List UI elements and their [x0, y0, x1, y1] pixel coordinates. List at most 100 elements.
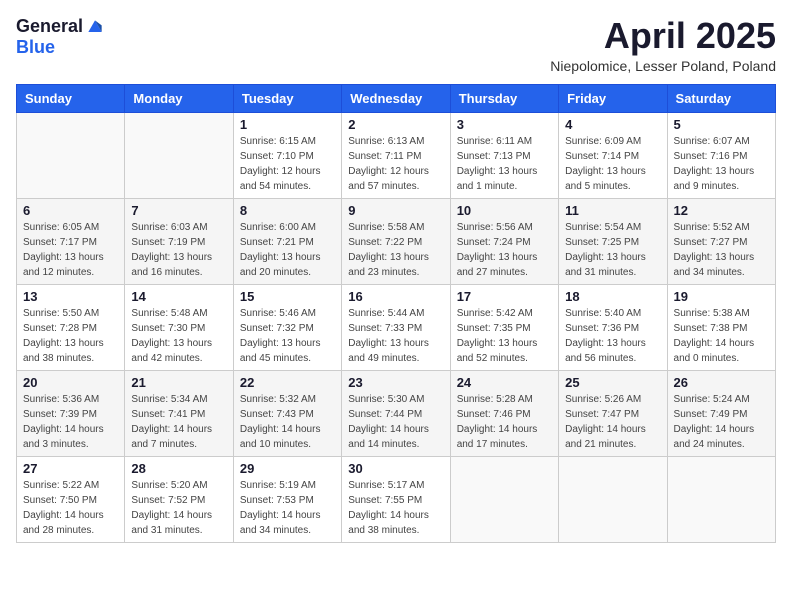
day-info: Sunrise: 6:13 AM Sunset: 7:11 PM Dayligh…	[348, 134, 443, 194]
day-info: Sunrise: 5:20 AM Sunset: 7:52 PM Dayligh…	[131, 478, 226, 538]
day-number: 17	[457, 289, 552, 304]
day-number: 2	[348, 117, 443, 132]
logo-blue-text: Blue	[16, 37, 55, 58]
day-info: Sunrise: 6:00 AM Sunset: 7:21 PM Dayligh…	[240, 220, 335, 280]
day-number: 5	[674, 117, 769, 132]
day-number: 15	[240, 289, 335, 304]
day-header-saturday: Saturday	[667, 84, 775, 112]
calendar-cell: 21 Sunrise: 5:34 AM Sunset: 7:41 PM Dayli…	[125, 370, 233, 456]
day-info: Sunrise: 5:24 AM Sunset: 7:49 PM Dayligh…	[674, 392, 769, 452]
day-info: Sunrise: 6:07 AM Sunset: 7:16 PM Dayligh…	[674, 134, 769, 194]
day-info: Sunrise: 5:50 AM Sunset: 7:28 PM Dayligh…	[23, 306, 118, 366]
day-number: 6	[23, 203, 118, 218]
day-header-thursday: Thursday	[450, 84, 558, 112]
day-number: 14	[131, 289, 226, 304]
day-number: 8	[240, 203, 335, 218]
calendar-cell: 28 Sunrise: 5:20 AM Sunset: 7:52 PM Dayli…	[125, 456, 233, 542]
calendar-header-row: SundayMondayTuesdayWednesdayThursdayFrid…	[17, 84, 776, 112]
calendar-cell: 30 Sunrise: 5:17 AM Sunset: 7:55 PM Dayli…	[342, 456, 450, 542]
day-info: Sunrise: 5:36 AM Sunset: 7:39 PM Dayligh…	[23, 392, 118, 452]
calendar-cell: 3 Sunrise: 6:11 AM Sunset: 7:13 PM Daylig…	[450, 112, 558, 198]
day-info: Sunrise: 6:03 AM Sunset: 7:19 PM Dayligh…	[131, 220, 226, 280]
calendar-cell: 29 Sunrise: 5:19 AM Sunset: 7:53 PM Dayli…	[233, 456, 341, 542]
day-number: 25	[565, 375, 660, 390]
day-info: Sunrise: 5:34 AM Sunset: 7:41 PM Dayligh…	[131, 392, 226, 452]
day-number: 29	[240, 461, 335, 476]
day-info: Sunrise: 5:38 AM Sunset: 7:38 PM Dayligh…	[674, 306, 769, 366]
day-number: 12	[674, 203, 769, 218]
calendar-cell: 11Sunrise: 5:54 AM Sunset: 7:25 PM Dayli…	[559, 198, 667, 284]
calendar-cell: 5 Sunrise: 6:07 AM Sunset: 7:16 PM Daylig…	[667, 112, 775, 198]
calendar-cell: 13 Sunrise: 5:50 AM Sunset: 7:28 PM Dayli…	[17, 284, 125, 370]
day-number: 26	[674, 375, 769, 390]
calendar-cell: 19 Sunrise: 5:38 AM Sunset: 7:38 PM Dayli…	[667, 284, 775, 370]
calendar-week-row: 20 Sunrise: 5:36 AM Sunset: 7:39 PM Dayli…	[17, 370, 776, 456]
day-info: Sunrise: 5:48 AM Sunset: 7:30 PM Dayligh…	[131, 306, 226, 366]
day-number: 28	[131, 461, 226, 476]
calendar-week-row: 6 Sunrise: 6:05 AM Sunset: 7:17 PM Daylig…	[17, 198, 776, 284]
calendar-cell	[450, 456, 558, 542]
day-number: 1	[240, 117, 335, 132]
day-info: Sunrise: 5:56 AM Sunset: 7:24 PM Dayligh…	[457, 220, 552, 280]
day-info: Sunrise: 5:22 AM Sunset: 7:50 PM Dayligh…	[23, 478, 118, 538]
calendar-cell: 8 Sunrise: 6:00 AM Sunset: 7:21 PM Daylig…	[233, 198, 341, 284]
calendar-cell: 1 Sunrise: 6:15 AM Sunset: 7:10 PM Daylig…	[233, 112, 341, 198]
calendar-cell: 15 Sunrise: 5:46 AM Sunset: 7:32 PM Dayli…	[233, 284, 341, 370]
day-number: 21	[131, 375, 226, 390]
day-header-sunday: Sunday	[17, 84, 125, 112]
location-text: Niepolomice, Lesser Poland, Poland	[550, 58, 776, 74]
day-info: Sunrise: 5:32 AM Sunset: 7:43 PM Dayligh…	[240, 392, 335, 452]
day-info: Sunrise: 5:46 AM Sunset: 7:32 PM Dayligh…	[240, 306, 335, 366]
logo-icon	[85, 17, 105, 37]
day-number: 20	[23, 375, 118, 390]
day-number: 22	[240, 375, 335, 390]
day-info: Sunrise: 6:11 AM Sunset: 7:13 PM Dayligh…	[457, 134, 552, 194]
logo-general-text: General	[16, 16, 83, 37]
day-info: Sunrise: 5:42 AM Sunset: 7:35 PM Dayligh…	[457, 306, 552, 366]
calendar-week-row: 1 Sunrise: 6:15 AM Sunset: 7:10 PM Daylig…	[17, 112, 776, 198]
day-info: Sunrise: 6:15 AM Sunset: 7:10 PM Dayligh…	[240, 134, 335, 194]
calendar-cell	[125, 112, 233, 198]
day-header-wednesday: Wednesday	[342, 84, 450, 112]
day-info: Sunrise: 6:05 AM Sunset: 7:17 PM Dayligh…	[23, 220, 118, 280]
day-number: 30	[348, 461, 443, 476]
calendar-cell: 16 Sunrise: 5:44 AM Sunset: 7:33 PM Dayli…	[342, 284, 450, 370]
day-info: Sunrise: 5:58 AM Sunset: 7:22 PM Dayligh…	[348, 220, 443, 280]
day-number: 13	[23, 289, 118, 304]
day-number: 24	[457, 375, 552, 390]
day-number: 7	[131, 203, 226, 218]
day-number: 3	[457, 117, 552, 132]
calendar-table: SundayMondayTuesdayWednesdayThursdayFrid…	[16, 84, 776, 543]
calendar-cell: 7 Sunrise: 6:03 AM Sunset: 7:19 PM Daylig…	[125, 198, 233, 284]
day-number: 16	[348, 289, 443, 304]
calendar-cell: 26 Sunrise: 5:24 AM Sunset: 7:49 PM Dayli…	[667, 370, 775, 456]
day-info: Sunrise: 5:40 AM Sunset: 7:36 PM Dayligh…	[565, 306, 660, 366]
page-header: General Blue April 2025 Niepolomice, Les…	[16, 16, 776, 74]
calendar-cell: 17 Sunrise: 5:42 AM Sunset: 7:35 PM Dayli…	[450, 284, 558, 370]
day-info: Sunrise: 5:19 AM Sunset: 7:53 PM Dayligh…	[240, 478, 335, 538]
calendar-cell: 22 Sunrise: 5:32 AM Sunset: 7:43 PM Dayli…	[233, 370, 341, 456]
month-title: April 2025	[550, 16, 776, 56]
calendar-cell	[559, 456, 667, 542]
calendar-cell: 12 Sunrise: 5:52 AM Sunset: 7:27 PM Dayli…	[667, 198, 775, 284]
day-number: 23	[348, 375, 443, 390]
day-number: 10	[457, 203, 552, 218]
day-header-monday: Monday	[125, 84, 233, 112]
calendar-cell: 18Sunrise: 5:40 AM Sunset: 7:36 PM Dayli…	[559, 284, 667, 370]
day-number: 9	[348, 203, 443, 218]
day-info: Sunrise: 5:44 AM Sunset: 7:33 PM Dayligh…	[348, 306, 443, 366]
calendar-week-row: 13 Sunrise: 5:50 AM Sunset: 7:28 PM Dayli…	[17, 284, 776, 370]
title-section: April 2025 Niepolomice, Lesser Poland, P…	[550, 16, 776, 74]
day-number: 19	[674, 289, 769, 304]
day-header-tuesday: Tuesday	[233, 84, 341, 112]
calendar-cell: 27Sunrise: 5:22 AM Sunset: 7:50 PM Dayli…	[17, 456, 125, 542]
calendar-cell	[667, 456, 775, 542]
calendar-cell: 25Sunrise: 5:26 AM Sunset: 7:47 PM Dayli…	[559, 370, 667, 456]
calendar-cell: 23 Sunrise: 5:30 AM Sunset: 7:44 PM Dayli…	[342, 370, 450, 456]
calendar-week-row: 27Sunrise: 5:22 AM Sunset: 7:50 PM Dayli…	[17, 456, 776, 542]
calendar-cell: 4Sunrise: 6:09 AM Sunset: 7:14 PM Daylig…	[559, 112, 667, 198]
day-info: Sunrise: 5:52 AM Sunset: 7:27 PM Dayligh…	[674, 220, 769, 280]
day-info: Sunrise: 5:30 AM Sunset: 7:44 PM Dayligh…	[348, 392, 443, 452]
day-info: Sunrise: 5:17 AM Sunset: 7:55 PM Dayligh…	[348, 478, 443, 538]
calendar-cell: 2 Sunrise: 6:13 AM Sunset: 7:11 PM Daylig…	[342, 112, 450, 198]
